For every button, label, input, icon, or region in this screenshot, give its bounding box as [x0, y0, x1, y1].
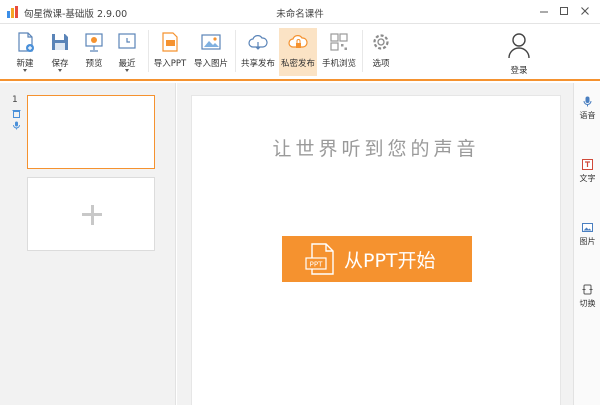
microphone-icon: [583, 96, 592, 107]
text-icon: [582, 159, 593, 170]
voice-tool[interactable]: 语音: [574, 96, 600, 126]
toolbar-separator: [148, 30, 149, 72]
mobile-browse-label: 手机浏览: [321, 59, 356, 69]
image-tool[interactable]: 图片: [574, 222, 600, 252]
qr-code-icon: [330, 33, 348, 51]
user-icon: [508, 33, 530, 59]
new-dropdown-caret: [23, 69, 27, 72]
new-button[interactable]: 新建: [10, 28, 40, 76]
voice-label: 语音: [579, 111, 596, 120]
login-button[interactable]: 登录: [496, 30, 542, 76]
recent-icon: [118, 33, 136, 49]
private-publish-button[interactable]: 私密发布: [279, 28, 317, 76]
image-label: 图片: [579, 237, 596, 246]
close-icon: [581, 7, 589, 15]
ppt-icon-text: PPT: [310, 261, 323, 269]
gear-icon: [373, 34, 389, 50]
image-icon: [582, 223, 593, 232]
slogan-text: 让世界听到您的声音: [272, 138, 480, 160]
right-toolbar: 语音 文字 图片 切换: [573, 83, 600, 405]
slide-number: 1: [12, 95, 18, 105]
new-file-icon: [18, 32, 34, 52]
text-tool[interactable]: 文字: [574, 159, 600, 189]
save-label: 保存: [51, 59, 69, 69]
mobile-browse-button[interactable]: 手机浏览: [320, 28, 358, 76]
ppt-file-icon: PPT: [305, 243, 334, 275]
start-from-ppt-button[interactable]: PPT 从PPT开始: [282, 236, 472, 282]
import-image-button[interactable]: 导入图片: [192, 28, 230, 76]
slide-thumbnail[interactable]: [27, 95, 155, 169]
transition-label: 切换: [579, 299, 596, 308]
maximize-button[interactable]: [556, 3, 572, 19]
title-bar: 匈星微课-基础版 2.9.00 未命名课件: [0, 0, 600, 24]
microphone-icon[interactable]: [12, 121, 21, 130]
text-label: 文字: [579, 174, 596, 183]
slide-stage: 让世界听到您的声音 PPT 从PPT开始: [191, 95, 561, 405]
trash-icon[interactable]: [12, 109, 21, 118]
save-button[interactable]: 保存: [45, 28, 75, 76]
save-icon: [52, 34, 68, 50]
recent-label: 最近: [118, 59, 136, 69]
private-publish-label: 私密发布: [280, 59, 315, 69]
close-button[interactable]: [577, 3, 593, 19]
import-ppt-button[interactable]: 导入PPT: [152, 28, 188, 76]
recent-button[interactable]: 最近: [112, 28, 142, 76]
import-image-icon: [201, 34, 221, 50]
minimize-icon: [540, 11, 548, 13]
recent-dropdown-caret: [125, 69, 129, 72]
maximize-icon: [560, 7, 568, 15]
new-label: 新建: [16, 59, 34, 69]
canvas-area: 让世界听到您的声音 PPT 从PPT开始: [177, 83, 573, 405]
slide-panel: 1: [0, 83, 176, 405]
minimize-button[interactable]: [536, 3, 552, 19]
app-title: 匈星微课-基础版 2.9.00: [24, 9, 128, 20]
options-label: 选项: [372, 59, 390, 69]
import-ppt-icon: [162, 32, 178, 52]
app-logo-icon: [7, 6, 18, 18]
cloud-lock-icon: [288, 35, 308, 48]
share-publish-label: 共享发布: [240, 59, 275, 69]
import-ppt-label: 导入PPT: [153, 59, 187, 69]
toolbar-separator: [362, 30, 363, 72]
start-button-label: 从PPT开始: [344, 250, 436, 272]
share-publish-button[interactable]: 共享发布: [239, 28, 277, 76]
transition-icon: [582, 284, 593, 295]
import-image-label: 导入图片: [193, 59, 228, 69]
transition-tool[interactable]: 切换: [574, 284, 600, 314]
toolbar-separator: [235, 30, 236, 72]
options-button[interactable]: 选项: [366, 28, 396, 76]
cloud-share-icon: [248, 35, 268, 50]
preview-button[interactable]: 预览: [79, 28, 109, 76]
add-slide-button[interactable]: [27, 177, 155, 251]
plus-icon: [90, 205, 94, 225]
preview-label: 预览: [85, 59, 103, 69]
preview-icon: [85, 33, 103, 52]
save-dropdown-caret: [58, 69, 62, 72]
main-toolbar: 新建 保存 预览 最近 导入PPT 导入图片 共享发布 私密发布 手机浏览 选项…: [0, 24, 600, 81]
login-label: 登录: [510, 66, 528, 76]
